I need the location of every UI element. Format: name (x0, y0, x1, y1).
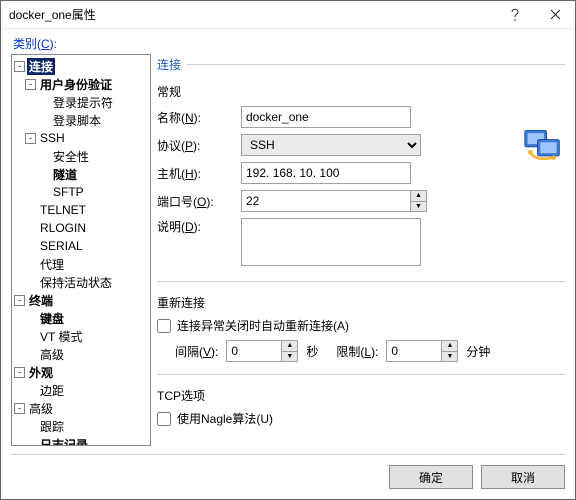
tree-keepalive[interactable]: 保持活动状态 (14, 273, 150, 291)
tree-term-advanced[interactable]: 高级 (14, 345, 150, 363)
tree-advanced[interactable]: 高级 (14, 399, 150, 417)
tree-connection[interactable]: 连接 (14, 57, 150, 75)
close-button[interactable] (535, 1, 575, 29)
group-tcp: TCP选项 使用Nagle算法(U) (157, 387, 565, 427)
host-input[interactable] (241, 162, 411, 184)
protocol-label: 协议(P): (157, 137, 241, 154)
tree-appearance[interactable]: 外观 (14, 363, 150, 381)
interval-input[interactable] (226, 340, 282, 362)
tree-toggle-icon[interactable] (14, 295, 25, 306)
desc-textarea[interactable] (241, 218, 421, 266)
protocol-select[interactable]: SSH (241, 134, 421, 156)
chevron-down-icon[interactable]: ▼ (282, 352, 297, 362)
limit-input[interactable] (386, 340, 442, 362)
dialog-footer: 确定 取消 (11, 454, 565, 489)
seconds-label: 秒 (306, 343, 318, 360)
cancel-button[interactable]: 取消 (481, 465, 565, 489)
tree-telnet[interactable]: TELNET (14, 201, 150, 219)
tree-ssh[interactable]: SSH (14, 129, 150, 147)
help-button[interactable] (495, 1, 535, 29)
panel-header: 连接 (157, 54, 565, 75)
interval-label: 间隔(V): (175, 343, 218, 360)
connection-icon (521, 125, 565, 165)
host-label: 主机(H): (157, 165, 241, 182)
tree-terminal[interactable]: 终端 (14, 291, 150, 309)
category-tree[interactable]: 连接 用户身份验证 登录提示符 登录脚本 SSH 安全性 隧道 SFTP (11, 54, 151, 446)
tree-tunnel[interactable]: 隧道 (14, 165, 150, 183)
tree-margin[interactable]: 边距 (14, 381, 150, 399)
tree-logging[interactable]: 日志记录 (14, 435, 150, 446)
auto-reconnect-checkbox[interactable]: 连接异常关闭时自动重新连接(A) (157, 317, 565, 334)
tree-trace[interactable]: 跟踪 (14, 417, 150, 435)
tree-serial[interactable]: SERIAL (14, 237, 150, 255)
interval-stepper[interactable]: ▲▼ (226, 340, 298, 362)
limit-stepper[interactable]: ▲▼ (386, 340, 458, 362)
tcp-title: TCP选项 (157, 387, 565, 404)
name-label: 名称(N): (157, 109, 241, 126)
chevron-down-icon[interactable]: ▼ (411, 202, 426, 212)
chevron-up-icon[interactable]: ▲ (282, 341, 297, 352)
tree-toggle-icon[interactable] (14, 61, 25, 72)
name-input[interactable] (241, 106, 411, 128)
divider (157, 374, 565, 375)
ok-button[interactable]: 确定 (389, 465, 473, 489)
chevron-up-icon[interactable]: ▲ (411, 191, 426, 202)
group-general: 常规 名称(N): 协议(P): (157, 83, 565, 269)
group-reconnect: 重新连接 连接异常关闭时自动重新连接(A) 间隔(V): ▲▼ 秒 限制(L):… (157, 294, 565, 362)
tree-keyboard[interactable]: 键盘 (14, 309, 150, 327)
desc-label: 说明(D): (157, 218, 241, 235)
category-label: 类别(C): (13, 35, 565, 52)
tree-security[interactable]: 安全性 (14, 147, 150, 165)
window-title: docker_one属性 (9, 6, 495, 23)
tree-toggle-icon[interactable] (14, 367, 25, 378)
chevron-down-icon[interactable]: ▼ (442, 352, 457, 362)
divider (157, 281, 565, 282)
chevron-up-icon[interactable]: ▲ (442, 341, 457, 352)
minutes-label: 分钟 (466, 343, 490, 360)
tree-script[interactable]: 登录脚本 (14, 111, 150, 129)
tree-toggle-icon[interactable] (14, 403, 25, 414)
tree-sftp[interactable]: SFTP (14, 183, 150, 201)
port-stepper[interactable]: ▲▼ (241, 190, 427, 212)
dialog-content: 类别(C): 连接 用户身份验证 登录提示符 登录脚本 SSH 安全性 (1, 29, 575, 499)
port-label: 端口号(O): (157, 193, 241, 210)
tree-auth[interactable]: 用户身份验证 (14, 75, 150, 93)
port-input[interactable] (241, 190, 411, 212)
tree-toggle-icon[interactable] (25, 79, 36, 90)
tree-prompt[interactable]: 登录提示符 (14, 93, 150, 111)
reconnect-title: 重新连接 (157, 294, 565, 311)
nagle-checkbox[interactable]: 使用Nagle算法(U) (157, 410, 565, 427)
tree-vtmode[interactable]: VT 模式 (14, 327, 150, 345)
tree-toggle-icon[interactable] (25, 133, 36, 144)
tree-rlogin[interactable]: RLOGIN (14, 219, 150, 237)
limit-label: 限制(L): (336, 343, 378, 360)
general-label: 常规 (157, 83, 565, 100)
tree-proxy[interactable]: 代理 (14, 255, 150, 273)
right-panel: 连接 常规 名称(N): (157, 54, 565, 446)
title-bar: docker_one属性 (1, 1, 575, 29)
